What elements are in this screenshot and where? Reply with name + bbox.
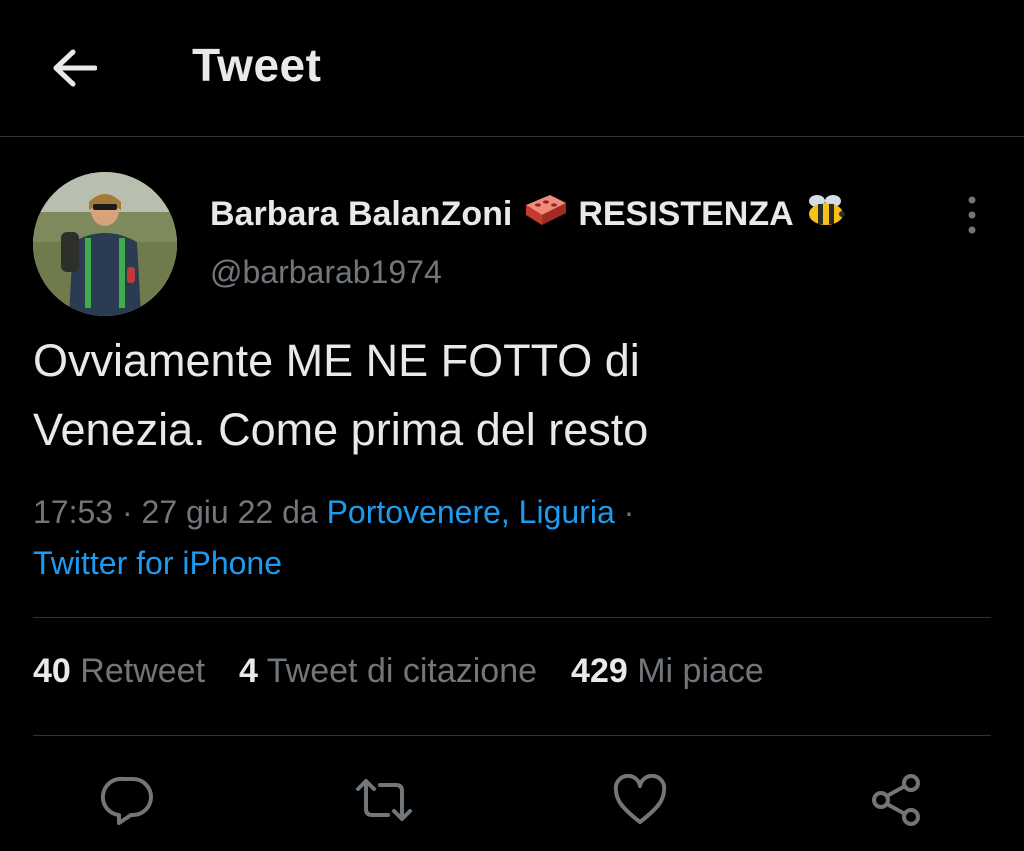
quotes-count: 4 xyxy=(239,652,258,690)
tweet-text-line1: Ovviamente ME NE FOTTO di xyxy=(33,335,640,386)
location-link[interactable]: Portovenere, Liguria xyxy=(327,494,615,530)
quotes-stat[interactable]: 4 Tweet di citazione xyxy=(239,652,537,691)
client-link[interactable]: Twitter for iPhone xyxy=(33,545,282,581)
tweet-actions xyxy=(0,768,1024,838)
retweets-label: Retweet xyxy=(80,652,206,690)
from-word: da xyxy=(282,494,318,530)
back-button[interactable] xyxy=(46,40,102,96)
likes-stat[interactable]: 429 Mi piace xyxy=(571,652,764,691)
tweet-time[interactable]: 17:53 xyxy=(33,494,113,530)
retweet-button[interactable] xyxy=(352,768,416,832)
share-icon xyxy=(872,774,920,826)
quotes-label: Tweet di citazione xyxy=(266,652,538,690)
share-button[interactable] xyxy=(864,768,928,832)
divider xyxy=(33,617,991,618)
author-display-name: Barbara BalanZoni xyxy=(210,195,513,233)
more-options-button[interactable] xyxy=(952,192,992,238)
reply-button[interactable] xyxy=(96,768,160,832)
bee-icon xyxy=(804,192,848,237)
avatar-image xyxy=(33,172,177,316)
separator: · xyxy=(121,494,133,530)
top-bar: Tweet xyxy=(0,0,1024,137)
more-vertical-icon xyxy=(968,196,976,234)
tweet-meta: 17:53 · 27 giu 22 da Portovenere, Liguri… xyxy=(33,487,993,589)
brick-icon xyxy=(522,193,568,236)
page-title: Tweet xyxy=(192,39,322,91)
retweet-icon xyxy=(356,779,412,821)
retweets-stat[interactable]: 40 Retweet xyxy=(33,652,205,691)
tweet-text-line2: Venezia. Come prima del resto xyxy=(33,404,649,455)
tweet-text: Ovviamente ME NE FOTTO di Venezia. Come … xyxy=(33,326,983,464)
like-button[interactable] xyxy=(608,768,672,832)
like-icon xyxy=(613,774,667,824)
arrow-left-icon xyxy=(53,49,97,87)
likes-label: Mi piace xyxy=(637,652,764,690)
retweets-count: 40 xyxy=(33,652,71,690)
likes-count: 429 xyxy=(571,652,628,690)
author-handle[interactable]: @barbarab1974 xyxy=(210,254,442,291)
author-name[interactable]: Barbara BalanZoni RESISTENZA xyxy=(210,192,858,237)
divider xyxy=(33,735,991,736)
avatar[interactable] xyxy=(33,172,177,316)
tweet-stats: 40 Retweet 4 Tweet di citazione 429 Mi p… xyxy=(33,652,764,691)
separator: · xyxy=(623,494,635,530)
tweet-date[interactable]: 27 giu 22 xyxy=(142,494,274,530)
author-suffix: RESISTENZA xyxy=(578,195,794,233)
reply-icon xyxy=(101,776,153,825)
